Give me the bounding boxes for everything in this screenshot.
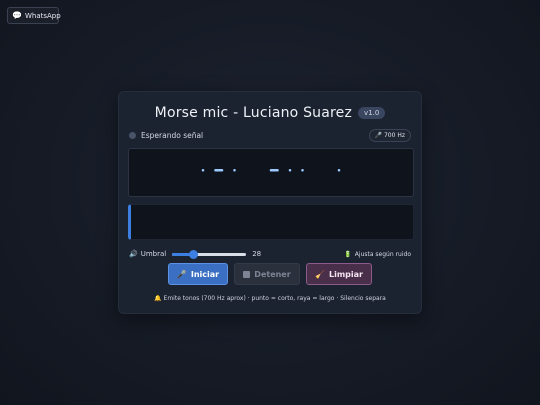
morse-dash [214,169,224,172]
controls: 🎤 Iniciar Detener 🧹 Limpiar [119,263,421,285]
morse-signal [201,169,341,172]
microphone-icon: 🎤 [176,269,187,279]
version-badge: v1.0 [358,107,386,119]
threshold-row: 🔊 Umbral 28 🔋 Ajusta según ruido [129,248,411,260]
decoded-text-output [128,204,414,240]
status-row: Esperando señal 🎤 700 Hz [129,127,411,143]
page-title: Morse mic - Luciano Suarez [154,105,353,121]
threshold-value: 28 [252,250,262,258]
status-dot-icon [129,131,136,139]
whatsapp-label: WhatsApp [24,11,61,20]
battery-icon: 🔋 [344,250,352,258]
usage-hint: 🔔 Emite tonos (700 Hz aprox) · punto = c… [154,295,386,302]
morse-dot [233,169,236,172]
slider-thumb[interactable] [188,250,198,259]
header: Morse mic - Luciano Suarez v1.0 [119,102,421,124]
status-indicator: Esperando señal [129,131,203,140]
speaker-icon: 🔊 [129,250,138,258]
threshold-slider[interactable] [172,248,247,260]
speech-bubble-icon: 💬 [12,10,22,20]
stop-icon [243,270,251,278]
morse-card: Morse mic - Luciano Suarez v1.0 Esperand… [118,91,422,314]
start-button[interactable]: 🎤 Iniciar [168,263,228,285]
morse-dash [269,169,279,172]
morse-dot [301,169,304,172]
morse-dot [337,169,341,172]
status-text: Esperando señal [141,130,204,140]
broom-icon: 🧹 [315,269,325,279]
morse-dot [201,169,205,172]
clear-button[interactable]: 🧹 Limpiar [306,263,372,285]
morse-dot [288,169,292,172]
frequency-badge: 🎤 700 Hz [368,128,411,142]
auto-noise-toggle[interactable]: 🔋 Ajusta según ruido [344,251,411,258]
stop-button[interactable]: Detener [234,263,300,285]
morse-display [128,148,414,197]
threshold-label: 🔊 Umbral [129,250,167,258]
whatsapp-button[interactable]: 💬 WhatsApp [7,7,61,24]
